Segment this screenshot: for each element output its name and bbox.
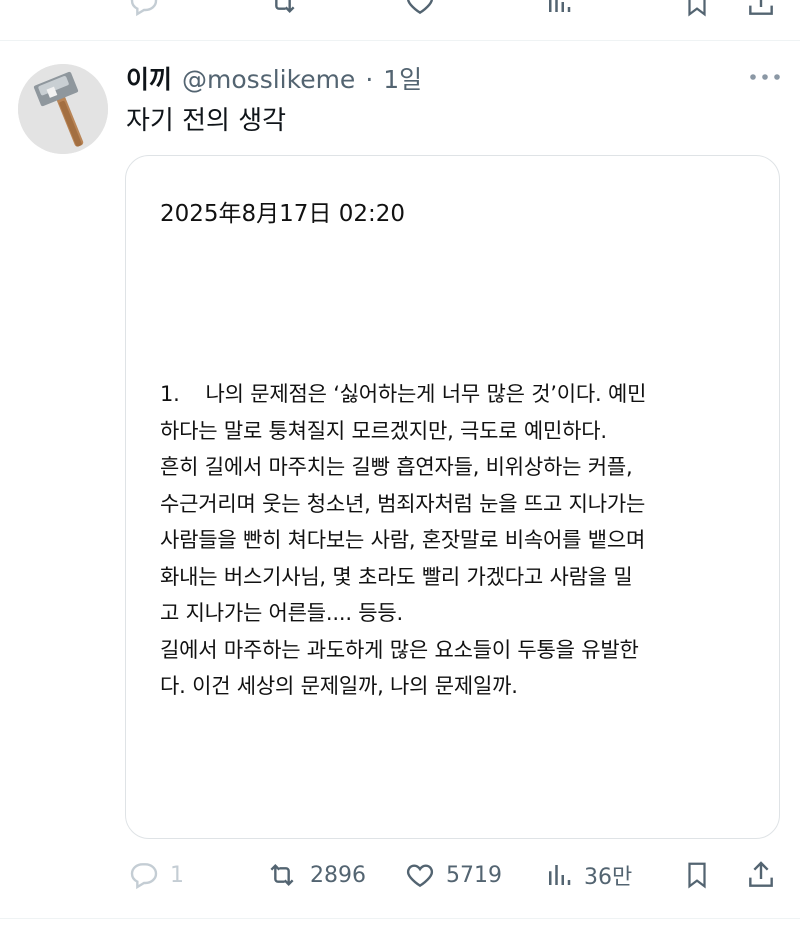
views-icon [544,860,574,890]
post-time[interactable]: 1일 [383,60,422,96]
note-line: 고 지나가는 어른들.... 등등. [160,601,404,625]
retweet-button[interactable]: 2896 [264,855,366,895]
previous-like-button[interactable] [404,0,436,18]
retweet-count: 2896 [310,862,366,888]
note-line: 화내는 버스기사님, 몇 초라도 빨리 가겠다고 사람을 밀 [160,564,633,589]
attached-note-image[interactable]: 2025年8月17日 02:20 1. 나의 문제점은 ‘싫어하는게 너무 많은… [125,155,780,839]
note-date: 2025年8月17日 02:20 [160,201,406,227]
previous-reply-button[interactable] [128,0,160,18]
bookmark-icon [682,859,712,891]
avatar[interactable] [18,64,108,154]
divider [0,918,800,919]
tweet-text: 자기 전의 생각 [126,106,287,136]
user-handle[interactable]: @mosslikeme [182,65,355,94]
tweet-header: 이끼 @mosslikeme · 1일 [126,60,422,96]
like-icon [404,0,436,18]
reply-button[interactable]: 1 [128,855,184,895]
previous-bookmark-button[interactable] [682,0,712,20]
tweet-action-bar: 1 2896 5719 36만 [0,855,800,895]
views-count: 36만 [584,865,633,890]
note-line: 다. 이건 세상의 문제일까, 나의 문제일까. [160,674,518,698]
note-body: 1. 나의 문제점은 ‘싫어하는게 너무 많은 것’이다. 예민 하다는 말로 … [160,376,750,705]
previous-views-button[interactable] [544,0,574,18]
note-line: 흔히 길에서 마주치는 길빵 흡연자들, 비위상하는 커플, [160,455,633,479]
previous-tweet-action-bar [0,0,800,41]
more-icon [750,74,780,80]
more-options-button[interactable] [748,72,782,82]
note-line: 사람들을 빤히 쳐다보는 사람, 혼잣말로 비속어를 뱉으며 [160,528,646,552]
share-button[interactable] [745,855,777,895]
like-count: 5719 [446,862,502,888]
separator-dot: · [365,65,374,94]
like-button[interactable]: 5719 [404,855,502,895]
reply-count: 1 [170,862,184,888]
share-icon [745,0,777,20]
display-name[interactable]: 이끼 [126,60,172,96]
views-button[interactable]: 36만 [544,855,632,895]
retweet-icon [264,859,300,891]
bookmark-button[interactable] [682,855,712,895]
note-line: 하다는 말로 퉁쳐질지 모르겠지만, 극도로 예민하다. [160,418,607,443]
hammer-icon [18,64,108,154]
note-line: 1. 나의 문제점은 ‘싫어하는게 너무 많은 것’이다. 예민 [160,382,647,406]
reply-icon [128,0,160,18]
views-icon [544,0,574,18]
note-line: 길에서 마주하는 과도하게 많은 요소들이 두통을 유발한 [160,637,639,662]
note-line: 수근거리며 웃는 청소년, 범죄자처럼 눈을 뜨고 지나가는 [160,491,646,516]
reply-icon [128,859,160,891]
previous-share-button[interactable] [745,0,777,20]
previous-retweet-button[interactable] [266,0,300,18]
share-icon [745,859,777,891]
like-icon [404,859,436,891]
retweet-icon [266,0,300,18]
bookmark-icon [682,0,712,20]
